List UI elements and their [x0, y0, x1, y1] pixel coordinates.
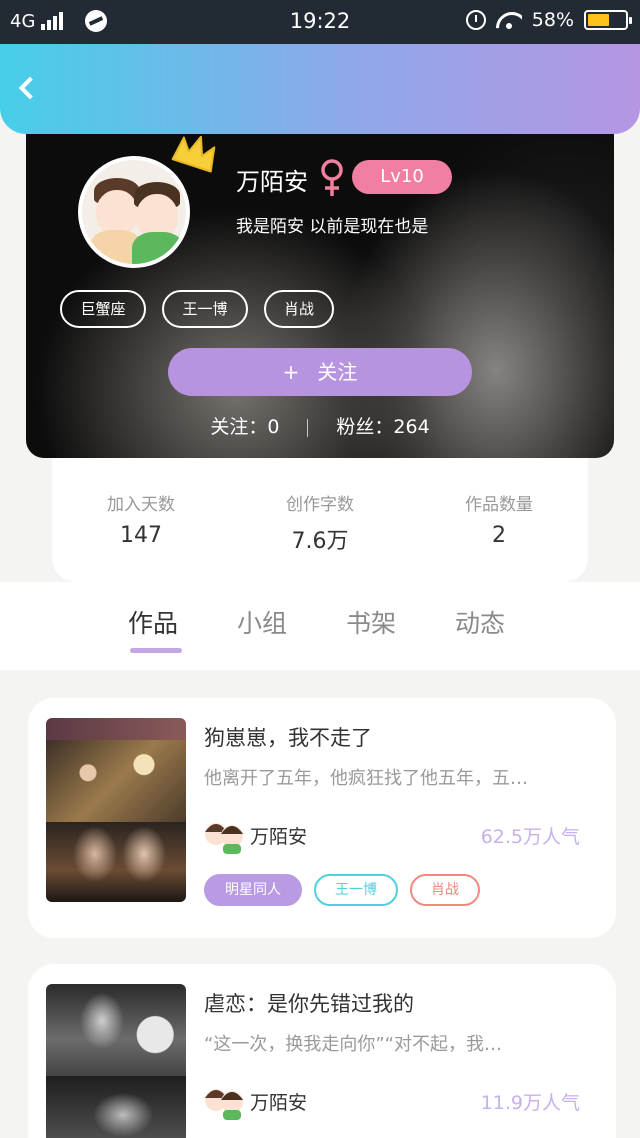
author-avatar: [205, 823, 243, 854]
alarm-icon: [465, 10, 486, 30]
work-title: 虐恋：是你先错过我的: [204, 992, 414, 1016]
work-author[interactable]: 万陌安: [250, 1088, 307, 1115]
back-arrow-icon[interactable]: [18, 76, 42, 100]
work-cover-image: [46, 984, 186, 1138]
tab-bar: [0, 582, 640, 670]
wifi-icon: [496, 10, 522, 30]
battery-icon: [584, 10, 632, 30]
follow-counts: 关注：0 粉丝：264: [26, 412, 614, 439]
tab-groups[interactable]: 小组: [237, 604, 287, 640]
work-title: 狗崽崽，我不走了: [204, 726, 372, 750]
work-tag[interactable]: 王一博: [314, 874, 398, 906]
stat-label: 加入天数: [107, 495, 175, 515]
stat-join-days: 加入天数 147: [52, 490, 230, 548]
follow-button[interactable]: + 关注: [168, 348, 472, 396]
stat-value: 2: [492, 523, 506, 548]
plus-icon: +: [282, 360, 300, 384]
work-card[interactable]: 狗崽崽，我不走了 他离开了五年，他疯狂找了他五年，五… 万陌安 62.5万人气 …: [28, 698, 616, 938]
top-header: [0, 44, 640, 134]
author-avatar: [205, 1089, 243, 1120]
work-popularity: 62.5万人气: [480, 826, 580, 848]
username: 万陌安: [236, 168, 308, 196]
work-description: “这一次，换我走向你”“对不起，我…: [204, 1034, 502, 1055]
work-tag[interactable]: 明星同人: [204, 874, 302, 906]
active-tab-indicator: [130, 648, 182, 653]
follow-button-label: 关注: [317, 360, 358, 384]
female-icon: [321, 159, 343, 196]
work-description: 他离开了五年，他疯狂找了他五年，五…: [204, 768, 528, 789]
tab-activity[interactable]: 动态: [455, 604, 505, 640]
work-author[interactable]: 万陌安: [250, 822, 307, 849]
fans-count[interactable]: 粉丝：264: [336, 416, 429, 438]
stat-value: 7.6万: [291, 529, 349, 554]
status-bar: 4G 19:22 58%: [0, 0, 640, 44]
stat-works-count: 作品数量 2: [410, 490, 588, 548]
level-badge: Lv10: [352, 160, 452, 194]
stats-card: 加入天数 147 创作字数 7.6万 作品数量 2: [52, 452, 588, 582]
profile-banner: 万陌安 Lv10 我是陌安 以前是现在也是 巨蟹座 王一博 肖战 + 关注 关注：…: [26, 110, 614, 458]
stat-value: 147: [120, 523, 162, 548]
work-popularity: 11.9万人气: [480, 1092, 580, 1114]
work-tag[interactable]: 肖战: [410, 874, 480, 906]
divider: [307, 418, 309, 437]
work-card[interactable]: 虐恋：是你先错过我的 “这一次，换我走向你”“对不起，我… 万陌安 11.9万人…: [28, 964, 616, 1138]
work-cover-image: [46, 718, 186, 902]
profile-bio: 我是陌安 以前是现在也是: [236, 217, 429, 237]
tab-works[interactable]: 作品: [128, 604, 178, 640]
stat-label: 作品数量: [465, 495, 533, 515]
tab-bookshelf[interactable]: 书架: [346, 604, 396, 640]
profile-tag[interactable]: 巨蟹座: [60, 290, 146, 328]
stat-label: 创作字数: [286, 495, 354, 515]
profile-tag[interactable]: 肖战: [264, 290, 334, 328]
profile-tag[interactable]: 王一博: [162, 290, 248, 328]
battery-percent: 58%: [531, 9, 574, 31]
stat-word-count: 创作字数 7.6万: [231, 490, 409, 555]
avatar[interactable]: [78, 156, 190, 268]
following-count[interactable]: 关注：0: [210, 416, 279, 438]
